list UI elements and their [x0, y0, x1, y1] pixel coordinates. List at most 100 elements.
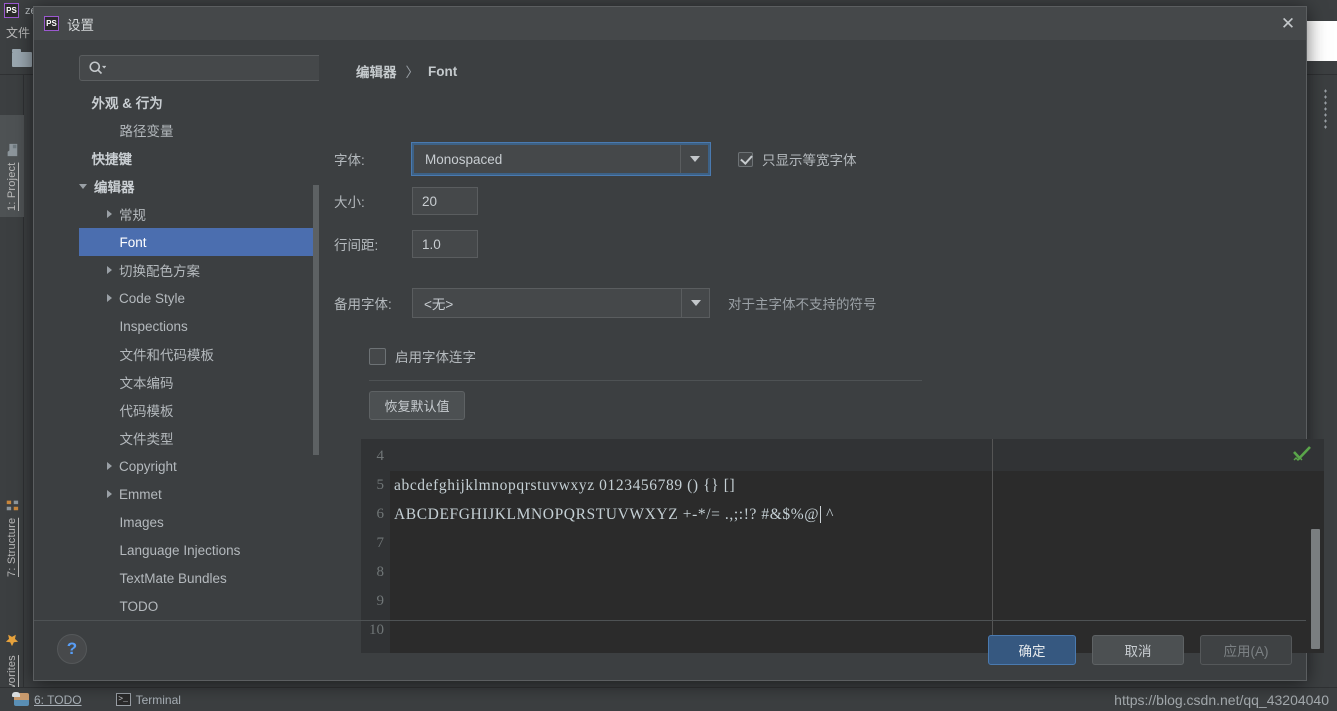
- tree-item-label: 路径变量: [119, 124, 174, 139]
- tree-item-[interactable]: 快捷键: [79, 144, 319, 172]
- tree-item-[interactable]: 代码模板: [79, 396, 319, 424]
- font-size-input[interactable]: 20: [412, 187, 478, 215]
- tree-item-[interactable]: 文件和代码模板: [79, 340, 319, 368]
- status-bar-todo-label: 6: TODO: [34, 692, 82, 707]
- preview-line: 8: [361, 558, 1324, 587]
- dialog-title-bar: PS 设置 ✕: [34, 7, 1306, 40]
- dialog-title: 设置: [67, 17, 94, 33]
- tree-item-label: 代码模板: [119, 404, 174, 419]
- settings-tree[interactable]: 外观 & 行为路径变量快捷键编辑器常规 Font 切换配色方案 Code Style I…: [79, 88, 319, 628]
- search-icon: [89, 61, 106, 75]
- cancel-button[interactable]: 取消: [1092, 635, 1184, 665]
- tree-item-label: Code Style: [119, 290, 186, 306]
- preview-line: 6 ABCDEFGHIJKLMNOPQRSTUVWXYZ +-*/= .,;:!?…: [361, 500, 1324, 529]
- footer-divider: [34, 620, 1306, 621]
- project-folder-icon: [7, 143, 18, 156]
- tree-item-emmet[interactable]: Emmet: [79, 480, 319, 508]
- settings-tree-pane: 外观 & 行为路径变量快捷键编辑器常规 Font 切换配色方案 Code Style I…: [41, 40, 319, 628]
- apply-button: 应用(A): [1200, 635, 1292, 665]
- sidebar-item-structure[interactable]: 7: Structure: [0, 467, 24, 583]
- tree-item-label: 快捷键: [91, 152, 133, 167]
- checkbox-box: [369, 347, 386, 365]
- tree-item-label: 常规: [119, 208, 146, 223]
- search-input[interactable]: [79, 55, 319, 81]
- tree-item-label: TextMate Bundles: [119, 570, 227, 586]
- chevron-down-icon[interactable]: [681, 289, 709, 317]
- size-label: 大小:: [334, 195, 365, 210]
- chevron-right-icon[interactable]: [107, 210, 112, 218]
- line-height-input[interactable]: 1.0: [412, 230, 478, 258]
- status-bar-terminal[interactable]: >_ Terminal: [115, 693, 181, 707]
- font-label: 字体:: [334, 153, 365, 168]
- monospaced-only-checkbox[interactable]: 只显示等宽字体: [738, 149, 857, 169]
- tree-item-[interactable]: 切换配色方案: [79, 256, 319, 284]
- chevron-right-icon[interactable]: [107, 462, 112, 470]
- tree-item-code-style[interactable]: Code Style: [79, 284, 319, 312]
- close-icon[interactable]: ✕: [1280, 15, 1296, 32]
- text-caret: [820, 506, 822, 523]
- chevron-right-icon[interactable]: [107, 294, 112, 302]
- font-row: 字体: Monospaced 只显示等宽字体: [334, 142, 857, 176]
- preview-line-number: 6: [376, 506, 385, 522]
- font-family-value: Monospaced: [425, 151, 503, 167]
- preview-scrollbar[interactable]: [1311, 529, 1320, 649]
- preview-line-trailing: ^: [826, 505, 835, 523]
- chevron-down-icon[interactable]: [79, 183, 87, 189]
- preview-line: 5 abcdefghijklmnopqrstuvwxyz 0123456789 (…: [361, 471, 1324, 500]
- terminal-icon: >_: [115, 693, 131, 706]
- chevron-right-icon[interactable]: [107, 490, 112, 498]
- preview-line-text: ABCDEFGHIJKLMNOPQRSTUVWXYZ +-*/= .,;:!? …: [394, 505, 820, 523]
- breadcrumb-current: Font: [428, 63, 458, 79]
- tree-item-textmate-bundles[interactable]: TextMate Bundles: [79, 564, 319, 592]
- help-button[interactable]: ?: [57, 634, 87, 664]
- size-row: 大小: 20: [334, 187, 478, 215]
- font-family-combobox[interactable]: Monospaced: [411, 142, 711, 176]
- line-height-label: 行间距:: [334, 238, 379, 253]
- fallback-font-combobox[interactable]: <无>: [412, 288, 710, 318]
- tree-item-[interactable]: 文件类型: [79, 424, 319, 452]
- tree-item-label: 文本编码: [119, 376, 174, 391]
- ide-status-bar: 6: TODO >_ Terminal https://blog.csdn.ne…: [0, 687, 1337, 711]
- tree-item-[interactable]: 编辑器: [79, 172, 319, 200]
- tree-item-font[interactable]: Font: [79, 228, 319, 256]
- checkbox-box: [738, 151, 753, 167]
- dialog-body: 外观 & 行为 路径变量 快捷键 编辑器 常规 Font 切换配色方案 Code Style I…: [34, 40, 1324, 653]
- tree-item-label: Font: [119, 234, 147, 250]
- tree-item-label: Language Injections: [119, 542, 241, 558]
- tree-item-[interactable]: 常规: [79, 200, 319, 228]
- tree-item-language-injections[interactable]: Language Injections: [79, 536, 319, 564]
- preview-line: 7: [361, 529, 1324, 558]
- ide-right-drag-handle[interactable]: [1324, 88, 1327, 130]
- line-height-row: 行间距: 1.0: [334, 230, 478, 258]
- tree-item-todo[interactable]: TODO: [79, 592, 319, 620]
- preview-line-number: 4: [376, 448, 385, 464]
- tree-item-label: TODO: [119, 598, 159, 614]
- fallback-font-label: 备用字体:: [334, 297, 392, 312]
- todo-icon: [12, 692, 29, 706]
- tree-item-label: 外观 & 行为: [91, 96, 163, 111]
- ligatures-checkbox[interactable]: 启用字体连字: [369, 346, 476, 366]
- chevron-down-icon[interactable]: [680, 145, 708, 173]
- tree-item-inspections[interactable]: Inspections: [79, 312, 319, 340]
- menu-item-file[interactable]: 文件: [6, 24, 30, 41]
- tree-item-copyright[interactable]: Copyright: [79, 452, 319, 480]
- status-bar-todo[interactable]: 6: TODO: [12, 692, 82, 707]
- fallback-font-value: <无>: [424, 297, 454, 312]
- monospaced-only-label: 只显示等宽字体: [762, 153, 857, 168]
- chevron-right-icon[interactable]: [107, 266, 112, 274]
- tree-item-[interactable]: 外观 & 行为: [79, 88, 319, 116]
- dialog-footer: ? 确定 取消 应用(A): [34, 626, 1306, 680]
- tree-item-images[interactable]: Images: [79, 508, 319, 536]
- sidebar-item-project[interactable]: 1: Project: [0, 115, 24, 217]
- restore-defaults-button[interactable]: 恢复默认值: [369, 391, 465, 420]
- open-folder-icon[interactable]: [12, 49, 32, 67]
- breadcrumb-parent[interactable]: 编辑器: [356, 61, 397, 81]
- tree-item-[interactable]: 文本编码: [79, 368, 319, 396]
- ok-button[interactable]: 确定: [988, 635, 1076, 665]
- tree-item-label: 编辑器: [94, 180, 135, 195]
- tree-item-[interactable]: 路径变量: [79, 116, 319, 144]
- watermark-url: https://blog.csdn.net/qq_43204040: [1114, 692, 1329, 708]
- green-check-icon[interactable]: [1292, 445, 1312, 463]
- structure-icon: [6, 500, 19, 510]
- preview-line: 4: [361, 442, 1324, 471]
